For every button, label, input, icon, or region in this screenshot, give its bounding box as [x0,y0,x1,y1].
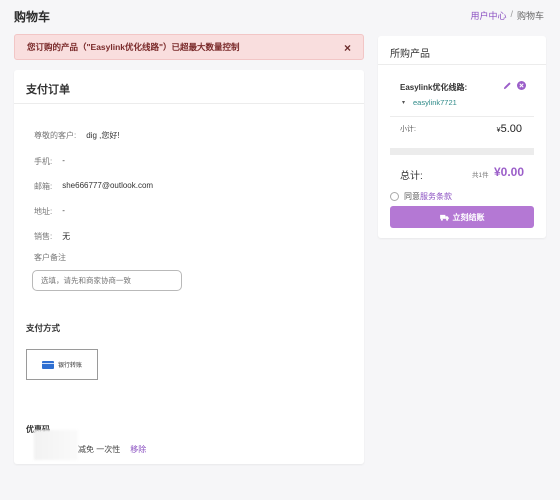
greeting-label: 尊敬的客户: [34,131,77,140]
coupon-code-blurred [34,430,78,460]
truck-icon [439,214,449,221]
email-value: she666777@outlook.com [62,181,154,190]
alert-close-icon[interactable]: × [344,41,351,55]
breadcrumb-user-center[interactable]: 用户中心 [470,9,506,22]
greeting-row: 尊敬的客户: dig ,您好! [34,130,120,141]
bank-transfer-label: 银行转账 [57,363,82,369]
divider-bar [390,148,534,155]
bank-card-icon [41,360,54,369]
agree-radio[interactable] [390,192,399,201]
terms-link[interactable]: 服务条款 [420,192,452,201]
breadcrumb-cart: 购物车 [516,11,544,21]
address-label: 地址: [34,207,53,216]
phone-row: 手机: - [34,156,65,167]
page-title: 购物车 [14,10,51,24]
total-price: ¥0.00 [493,165,524,179]
checkout-button[interactable]: 立刻结账 [390,206,534,228]
order-title: 支付订单 [14,70,364,104]
alert-message: 您订购的产品（"Easylink优化线路"）已超最大数量控制 [27,42,240,52]
agree-text: 同意服务条款 [404,192,452,201]
note-label: 客户备注 [34,253,66,262]
quantity-alert: 您订购的产品（"Easylink优化线路"）已超最大数量控制 × [14,34,364,60]
checkout-label: 立刻结账 [452,212,485,222]
address-value: - [62,206,65,215]
total-label: 总计: [400,171,423,182]
divider [390,116,534,117]
phone-label: 手机: [34,157,53,166]
sales-label: 销售: [34,232,53,241]
greeting-value: dig ,您好! [86,131,120,140]
subtotal-label: 小计: [400,126,416,133]
phone-value: - [62,156,65,165]
breadcrumb-separator: / [510,9,513,19]
bank-transfer-option[interactable]: 银行转账 [26,349,98,380]
product-name: Easylink优化线路: [400,83,468,92]
sales-value: 无 [62,232,71,241]
coupon-remove-link[interactable]: 移除 [130,444,146,455]
customer-note-input[interactable] [32,270,182,291]
email-label: 邮箱: [34,182,53,191]
products-title: 所购产品 [378,36,546,65]
chevron-down-icon[interactable]: ▾ [402,99,405,106]
coupon-row: 减免 一次性 移除 [78,444,146,455]
subtotal-value: 5.00 [500,123,522,135]
purchased-products-card: 所购产品 Easylink优化线路: ▾ easylink7721 小计: ¥5… [378,36,546,238]
address-row: 地址: - [34,206,65,217]
payment-method-title: 支付方式 [26,323,61,333]
subtotal-price: ¥5.00 [497,123,522,135]
pencil-icon[interactable] [503,81,512,90]
remove-product-icon[interactable] [517,81,526,90]
total-count: 共1件 [472,172,489,179]
payment-order-card: 支付订单 尊敬的客户: dig ,您好! 手机: - 邮箱: she666777… [14,70,364,464]
agree-terms: 同意服务条款 [390,191,452,202]
coupon-description: 减免 一次性 [78,445,121,454]
email-row: 邮箱: she666777@outlook.com [34,181,153,192]
product-sub: ▾ easylink7721 [402,98,457,107]
product-sub-value: easylink7721 [413,98,457,107]
sales-row: 销售: 无 [34,231,70,242]
breadcrumb: 用户中心 / 购物车 [470,9,544,22]
